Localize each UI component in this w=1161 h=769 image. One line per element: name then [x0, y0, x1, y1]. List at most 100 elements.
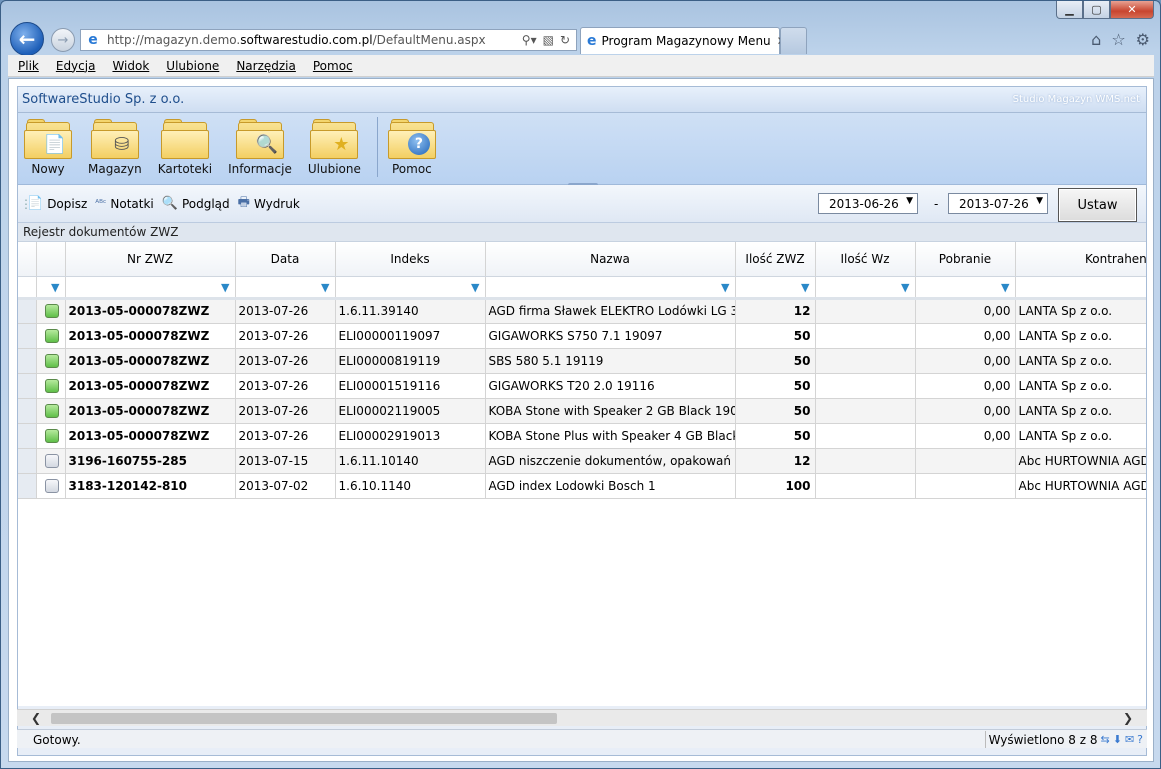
filter-funnel-icon[interactable]: ▼ [799, 282, 809, 293]
filter-ilosc-wz[interactable]: ▼ [815, 276, 916, 300]
help-icon[interactable]: ? [1137, 733, 1143, 746]
refresh-icon[interactable]: ⇆ [1101, 733, 1110, 746]
filter-indeks[interactable]: ▼ [335, 276, 486, 300]
ribbon-nowy-button[interactable]: 📄 Nowy [24, 113, 72, 176]
menu-edycja[interactable]: Edycja [45, 59, 102, 73]
filter-status[interactable]: ▼ [36, 276, 66, 300]
row-selector[interactable] [18, 473, 37, 499]
row-selector[interactable] [18, 423, 37, 449]
status-indicator-icon[interactable] [44, 328, 59, 343]
row-selector[interactable] [18, 448, 37, 474]
filter-pobranie[interactable]: ▼ [915, 276, 1016, 300]
ilosc-wz-cell [815, 398, 916, 424]
nazwa-cell: GIGAWORKS T20 2.0 19116 [485, 373, 736, 399]
filter-funnel-icon[interactable]: ▼ [469, 282, 479, 293]
table-row[interactable]: 2013-05-000078ZWZ 2013-07-26 ELI0000211900… [18, 398, 1146, 424]
notatki-button[interactable]: ᴬᴮᶜ Notatki [95, 197, 153, 211]
filter-funnel-icon[interactable]: ▼ [719, 282, 729, 293]
documents-grid: Nr ZWZ Data Indeks Nazwa Ilość ZWZ Ilość… [18, 242, 1146, 706]
status-indicator-icon[interactable] [44, 304, 59, 319]
menu-widok[interactable]: Widok [101, 59, 155, 73]
table-row[interactable]: 2013-05-000078ZWZ 2013-07-26 ELI0000151911… [18, 373, 1146, 399]
filter-funnel-icon[interactable]: ▼ [49, 282, 59, 293]
ribbon-magazyn-button[interactable]: ⛁ Magazyn [88, 113, 142, 176]
menu-narzedzia[interactable]: Narzędzia [225, 59, 302, 73]
column-header-nr-zwz[interactable]: Nr ZWZ [65, 242, 236, 277]
address-url[interactable]: http://magazyn.demo.softwarestudio.com.p… [107, 33, 522, 47]
date-from-select[interactable]: 2013-06-26 ▼ [818, 193, 918, 214]
row-selector[interactable] [18, 348, 37, 374]
date-to-select[interactable]: 2013-07-26 ▼ [948, 193, 1048, 214]
row-selector[interactable] [18, 373, 37, 399]
filter-nazwa[interactable]: ▼ [485, 276, 736, 300]
menu-ulubione[interactable]: Ulubione [155, 59, 225, 73]
nr-zwz-cell: 2013-05-000078ZWZ [65, 298, 236, 324]
filter-data[interactable]: ▼ [235, 276, 336, 300]
export-icon[interactable]: ⬇ [1113, 733, 1122, 746]
status-indicator-icon[interactable] [44, 353, 59, 368]
column-header-kontrahent[interactable]: Kontrahent [1015, 242, 1146, 277]
forward-button[interactable]: → [51, 28, 75, 52]
ribbon-pomoc-button[interactable]: ? Pomoc [387, 113, 436, 176]
maximize-button[interactable]: ▢ [1083, 1, 1110, 19]
filter-nr-zwz[interactable]: ▼ [65, 276, 236, 300]
filter-funnel-icon[interactable]: ▼ [999, 282, 1009, 293]
compatibility-icon[interactable]: ▧ [543, 33, 554, 47]
comment-icon[interactable]: ✉ [1125, 733, 1134, 746]
status-indicator-icon[interactable] [44, 478, 59, 493]
horizontal-scrollbar[interactable]: ❮ ❯ [17, 709, 1147, 726]
row-selector[interactable] [18, 398, 37, 424]
column-header-status[interactable] [36, 242, 66, 277]
column-header-data[interactable]: Data [235, 242, 336, 277]
status-indicator-icon[interactable] [44, 453, 59, 468]
home-icon[interactable]: ⌂ [1091, 30, 1101, 49]
filter-funnel-icon[interactable]: ▼ [319, 282, 329, 293]
status-indicator-icon[interactable] [44, 403, 59, 418]
table-row[interactable]: 2013-05-000078ZWZ 2013-07-26 ELI0000291901… [18, 423, 1146, 449]
status-indicator-icon[interactable] [44, 428, 59, 443]
ilosc-zwz-cell: 50 [735, 323, 816, 349]
column-header-ilosc-zwz[interactable]: Ilość ZWZ [735, 242, 816, 277]
table-row[interactable]: 2013-05-000078ZWZ 2013-07-26 ELI0000081911… [18, 348, 1146, 374]
gear-icon[interactable]: ⚙ [1136, 30, 1150, 49]
nazwa-cell: GIGAWORKS S750 7.1 19097 [485, 323, 736, 349]
minimize-button[interactable]: ▁ [1056, 1, 1083, 19]
column-header-indeks[interactable]: Indeks [335, 242, 486, 277]
ribbon-kartoteki-button[interactable]: Kartoteki [158, 113, 212, 176]
ilosc-wz-cell [815, 348, 916, 374]
filter-kontrahent[interactable] [1015, 276, 1146, 300]
ustaw-button[interactable]: Ustaw [1058, 188, 1137, 222]
ribbon-informacje-button[interactable]: 🔍 Informacje [228, 113, 292, 176]
column-header-nazwa[interactable]: Nazwa [485, 242, 736, 277]
scrollbar-thumb[interactable] [51, 713, 557, 724]
column-header-ilosc-wz[interactable]: Ilość Wz [815, 242, 916, 277]
search-icon[interactable]: ⚲▾ [522, 33, 537, 47]
row-selector[interactable] [18, 298, 37, 324]
new-tab-button[interactable] [780, 27, 807, 54]
menu-pomoc[interactable]: Pomoc [302, 59, 359, 73]
scroll-right-icon[interactable]: ❯ [1119, 710, 1137, 727]
close-button[interactable]: ✕ [1110, 1, 1154, 19]
scroll-left-icon[interactable]: ❮ [27, 710, 45, 727]
row-selector[interactable] [18, 323, 37, 349]
menu-plik[interactable]: Plik [8, 59, 45, 73]
filter-funnel-icon[interactable]: ▼ [899, 282, 909, 293]
table-row[interactable]: 3183-120142-810 2013-07-02 1.6.10.1140 AGD … [18, 473, 1146, 499]
filter-ilosc-zwz[interactable]: ▼ [735, 276, 816, 300]
status-indicator-icon[interactable] [44, 378, 59, 393]
podglad-button[interactable]: 🔍 Podgląd [162, 196, 230, 211]
browser-tab[interactable]: e Program Magazynowy Menu ✕ [580, 27, 787, 54]
address-bar[interactable]: e http://magazyn.demo.softwarestudio.com… [80, 29, 577, 51]
refresh-icon[interactable]: ↻ [560, 33, 570, 47]
favorites-star-icon[interactable]: ☆ [1111, 30, 1125, 49]
table-row[interactable]: 2013-05-000078ZWZ 2013-07-26 1.6.11.39140 A… [18, 298, 1146, 324]
wydruk-button[interactable]: 🖶 Wydruk [238, 193, 300, 215]
dopisz-button[interactable]: 📄 Dopisz [27, 196, 87, 211]
table-row[interactable]: 2013-05-000078ZWZ 2013-07-26 ELI0000011909… [18, 323, 1146, 349]
window-controls: ▁ ▢ ✕ [1056, 1, 1154, 19]
filter-funnel-icon[interactable]: ▼ [219, 282, 229, 293]
table-row[interactable]: 3196-160755-285 2013-07-15 1.6.11.10140 AGD… [18, 448, 1146, 474]
ribbon-ulubione-button[interactable]: ★ Ulubione [308, 113, 361, 176]
back-button[interactable]: ← [10, 22, 44, 56]
column-header-pobranie[interactable]: Pobranie [915, 242, 1016, 277]
